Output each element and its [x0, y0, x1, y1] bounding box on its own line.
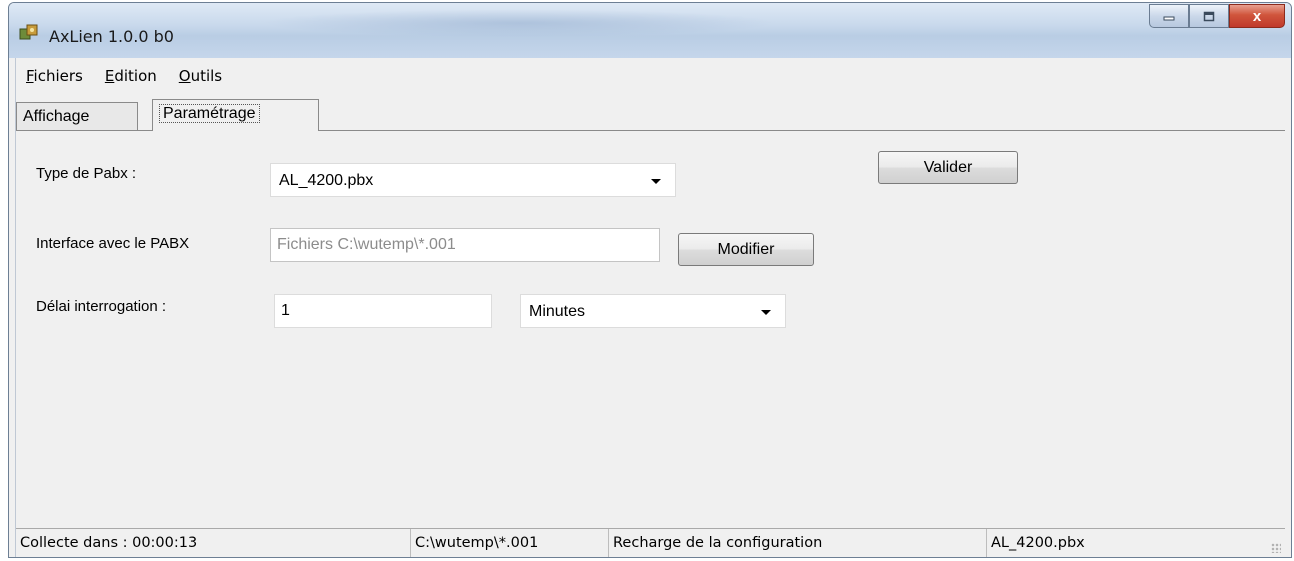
close-button[interactable]: x [1229, 4, 1285, 28]
title-bar-glass [259, 9, 779, 37]
maximize-icon [1203, 11, 1215, 21]
status-pbx: AL_4200.pbx [986, 529, 1276, 557]
menu-outils-mnemonic: O [178, 67, 191, 85]
minimize-button[interactable] [1149, 4, 1189, 28]
delay-field[interactable]: 1 [274, 294, 492, 328]
interface-field[interactable]: Fichiers C:\wutemp\*.001 [270, 228, 660, 262]
modify-button[interactable]: Modifier [678, 233, 814, 266]
status-path: C:\wutemp\*.001 [410, 529, 608, 557]
app-window: AxLien 1.0.0 b0 x Fichiers Edition Outil… [8, 2, 1292, 558]
caption-buttons: x [1149, 4, 1285, 30]
status-collect: Collecte dans : 00:00:13 [20, 535, 198, 551]
client-area: Fichiers Edition Outils Affichage Paramé… [15, 58, 1285, 557]
pabx-type-label: Type de Pabx : [36, 165, 137, 182]
delay-label: Délai interrogation : [36, 298, 167, 315]
menu-fichiers-mnemonic: F [26, 67, 34, 85]
maximize-button[interactable] [1189, 4, 1229, 28]
chevron-down-icon [651, 179, 661, 184]
status-bar: Collecte dans : 00:00:13 C:\wutemp\*.001… [16, 528, 1285, 557]
tab-affichage-label: Affichage [23, 108, 90, 125]
resize-grip-icon[interactable] [1271, 543, 1281, 553]
menu-bar: Fichiers Edition Outils [16, 64, 234, 88]
title-bar[interactable]: AxLien 1.0.0 b0 x [9, 3, 1291, 58]
menu-fichiers-label: ichiers [33, 67, 83, 85]
minimize-icon [1163, 16, 1175, 21]
window-title: AxLien 1.0.0 b0 [49, 27, 174, 46]
pabx-type-select[interactable]: AL_4200.pbx [270, 163, 676, 197]
menu-fichiers[interactable]: Fichiers [16, 64, 95, 88]
validate-button[interactable]: Valider [878, 151, 1018, 184]
menu-edition-mnemonic: E [104, 67, 115, 85]
app-icon [19, 24, 38, 40]
menu-edition-label: dition [114, 67, 157, 85]
chevron-down-icon [761, 310, 771, 315]
pabx-type-value: AL_4200.pbx [279, 172, 374, 189]
tab-parametrage-label: Paramétrage [159, 104, 260, 123]
close-icon: x [1252, 7, 1262, 25]
status-message: Recharge de la configuration [608, 529, 986, 557]
tab-parametrage[interactable]: Paramétrage [152, 99, 319, 131]
menu-outils-label: utils [190, 67, 223, 85]
tab-strip: Affichage Paramétrage [16, 97, 1285, 131]
delay-unit-value: Minutes [529, 303, 586, 320]
menu-edition[interactable]: Edition [95, 64, 169, 88]
delay-unit-select[interactable]: Minutes [520, 294, 786, 328]
menu-outils[interactable]: Outils [169, 64, 234, 88]
tab-affichage[interactable]: Affichage [16, 102, 138, 130]
interface-label: Interface avec le PABX [36, 235, 190, 252]
